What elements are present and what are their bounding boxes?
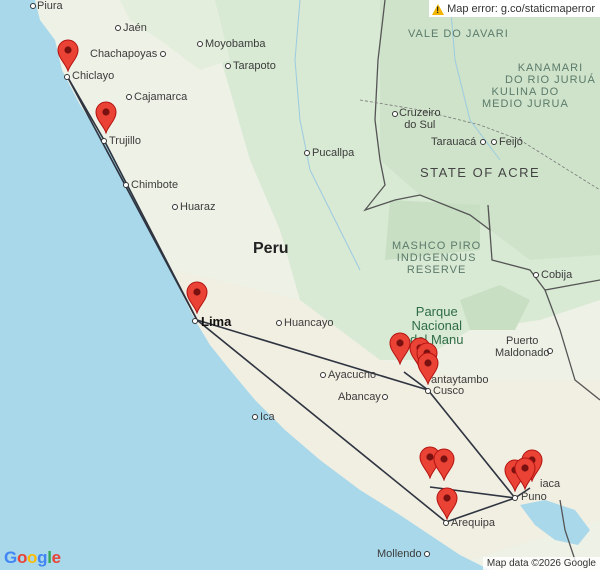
warning-icon	[432, 3, 445, 15]
city-puno: Puno	[521, 491, 547, 503]
route-segment	[103, 139, 198, 321]
city-dot	[192, 318, 198, 324]
city-dot	[160, 51, 166, 57]
map-marker-pin[interactable]	[94, 100, 118, 135]
city-huancayo: Huancayo	[284, 317, 334, 329]
city-huaraz: Huaraz	[180, 201, 216, 213]
city-dot	[512, 495, 518, 501]
city-dot	[225, 63, 231, 69]
city-dot	[480, 139, 486, 145]
region-kanamari: KANAMARI DO RIO JURUÁ	[505, 62, 596, 86]
city-dot	[425, 388, 431, 394]
map-error-banner[interactable]: Map error: g.co/staticmaperror	[429, 0, 600, 17]
city-dot	[172, 204, 178, 210]
country-label-peru: Peru	[253, 240, 289, 257]
region-kulina: KULINA DO MEDIO JURUA	[482, 86, 569, 110]
city-tarauaca: Tarauacá	[431, 136, 477, 148]
city-dot	[101, 138, 107, 144]
city-dot	[392, 111, 398, 117]
city-pucallpa: Pucallpa	[312, 147, 355, 159]
city-mollendo: Mollendo	[377, 548, 422, 560]
region-vale-do-javari: VALE DO JAVARI	[408, 28, 509, 40]
city-dot	[443, 520, 449, 526]
map-attribution: Map data ©2026 Google	[482, 557, 600, 570]
map-marker-pin[interactable]	[435, 486, 459, 521]
map-marker-pin[interactable]	[513, 456, 537, 491]
city-dot	[115, 25, 121, 31]
map-marker-pin[interactable]	[432, 447, 456, 482]
logo-letter: G	[4, 548, 17, 567]
city-puerto-maldonado: Puerto Maldonado	[495, 335, 550, 359]
city-piura: Piura	[37, 0, 63, 12]
map-marker-pin[interactable]	[416, 351, 440, 386]
city-dot	[197, 41, 203, 47]
city-ica: Ica	[260, 411, 275, 423]
city-dot	[304, 150, 310, 156]
city-dot	[491, 139, 497, 145]
city-dot	[30, 3, 36, 9]
map-error-text: Map error: g.co/staticmaperror	[447, 3, 595, 15]
city-trujillo: Trujillo	[109, 135, 141, 147]
logo-letter: o	[16, 548, 28, 567]
route-segment	[427, 389, 516, 499]
city-abancay: Abancay	[338, 391, 381, 403]
map-marker-pin[interactable]	[185, 280, 209, 315]
map-marker-pin[interactable]	[56, 38, 80, 73]
city-chimbote: Chimbote	[131, 179, 179, 191]
city-dot	[320, 372, 326, 378]
city-lima: Lima	[201, 314, 232, 329]
city-chachapoyas: Chachapoyas	[90, 48, 158, 60]
city-cruzeiro-do-sul: Cruzeiro do Sul	[399, 107, 441, 131]
city-dot	[252, 414, 258, 420]
city-dot	[382, 394, 388, 400]
city-dot	[424, 551, 430, 557]
city-jaen: Jaén	[123, 22, 147, 34]
city-moyobamba: Moyobamba	[205, 38, 266, 50]
city-feijo: Feijó	[499, 136, 523, 148]
logo-letter: o	[27, 548, 38, 567]
logo-letter: g	[37, 548, 48, 567]
city-ayacucho: Ayacucho	[328, 369, 377, 381]
city-dot	[64, 74, 70, 80]
region-state-acre: STATE OF ACRE	[420, 165, 541, 180]
city-cobija: Cobija	[541, 269, 573, 281]
logo-letter: e	[51, 548, 61, 567]
city-dot	[533, 272, 539, 278]
city-cusco: Cusco	[433, 385, 465, 397]
region-mashco-piro: MASHCO PIRO INDIGENOUS RESERVE	[392, 240, 482, 276]
city-cajamarca: Cajamarca	[134, 91, 188, 103]
map-canvas[interactable]: VALE DO JAVARI KANAMARI DO RIO JURUÁ KUL…	[0, 0, 600, 570]
city-dot	[126, 94, 132, 100]
city-dot	[123, 182, 129, 188]
google-logo[interactable]: Google	[4, 548, 61, 568]
city-dot	[276, 320, 282, 326]
city-tarapoto: Tarapoto	[233, 60, 276, 72]
